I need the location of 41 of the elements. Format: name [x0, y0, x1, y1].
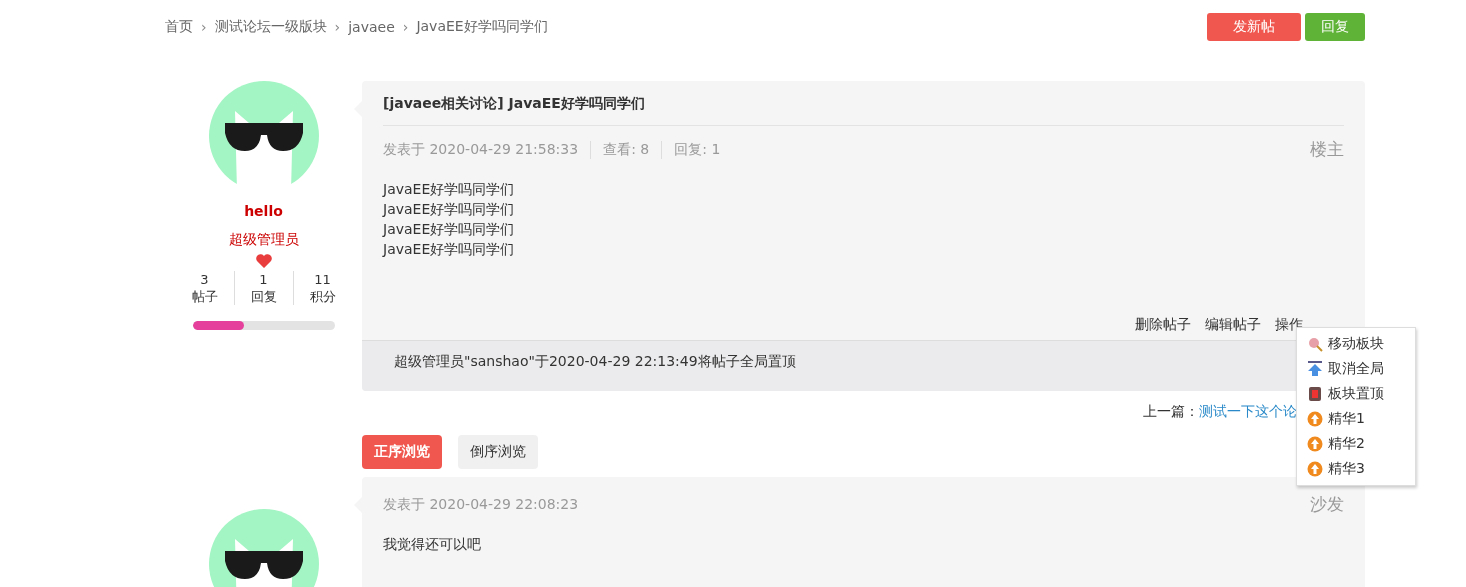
breadcrumb-link[interactable]: JavaEE好学吗同学们	[416, 18, 548, 36]
stat-label: 积分	[309, 288, 336, 305]
post-meta: 发表于 2020-04-29 21:58:33	[383, 140, 580, 159]
menu-item[interactable]: 取消全局	[1297, 356, 1415, 381]
breadcrumb-link[interactable]: 测试论坛一级版块	[214, 18, 327, 36]
post-action-link[interactable]: 删除帖子	[1135, 316, 1191, 334]
stat-value: 3	[200, 271, 209, 288]
post-meta: 查看: 8	[590, 140, 662, 159]
breadcrumb-separator: ›	[201, 19, 207, 35]
heart-icon	[254, 253, 273, 269]
pin-icon	[1307, 385, 1323, 402]
breadcrumb-separator: ›	[402, 19, 409, 35]
post-meta: 回复: 1	[661, 140, 733, 159]
previous-post-link[interactable]: 测试一下这个论	[1199, 403, 1297, 421]
post-text: JavaEE好学吗同学们	[383, 180, 516, 199]
floor-label: 沙发	[1310, 493, 1344, 516]
breadcrumb-link[interactable]: javaee	[348, 19, 395, 35]
stat-label: 回复	[250, 288, 277, 305]
previous-label: 上一篇：	[1143, 403, 1199, 421]
post-text: JavaEE好学吗同学们	[383, 200, 516, 219]
post-text: 我觉得还可以吧	[383, 535, 482, 554]
menu-item[interactable]: 精华2	[1297, 431, 1415, 456]
menu-item[interactable]: 移动板块	[1297, 331, 1415, 356]
stat-label: 帖子	[191, 288, 218, 305]
post-text: JavaEE好学吗同学们	[383, 220, 516, 239]
breadcrumb-link[interactable]: 首页	[165, 18, 193, 36]
breadcrumb-separator: ›	[334, 19, 341, 35]
post-text: JavaEE好学吗同学们	[383, 240, 516, 259]
menu-item[interactable]: 精华1	[1297, 406, 1415, 431]
username: hello	[244, 203, 283, 219]
post-meta: 发表于 2020-04-29 22:08:23	[383, 495, 580, 514]
menu-item[interactable]: 板块置顶	[1297, 381, 1415, 406]
floor-label: 楼主	[1310, 138, 1344, 161]
post-title: [javaee相关讨论] JavaEE好学吗同学们	[383, 95, 1344, 126]
sort-tab[interactable]: 倒序浏览	[458, 435, 538, 469]
post-action-link[interactable]: 编辑帖子	[1205, 316, 1261, 334]
menu-item[interactable]: 精华3	[1297, 456, 1415, 481]
stat-value: 1	[259, 271, 268, 288]
user-role: 超级管理员	[228, 231, 299, 249]
up-arrow-icon	[1307, 360, 1323, 377]
stat-value: 11	[314, 271, 331, 288]
